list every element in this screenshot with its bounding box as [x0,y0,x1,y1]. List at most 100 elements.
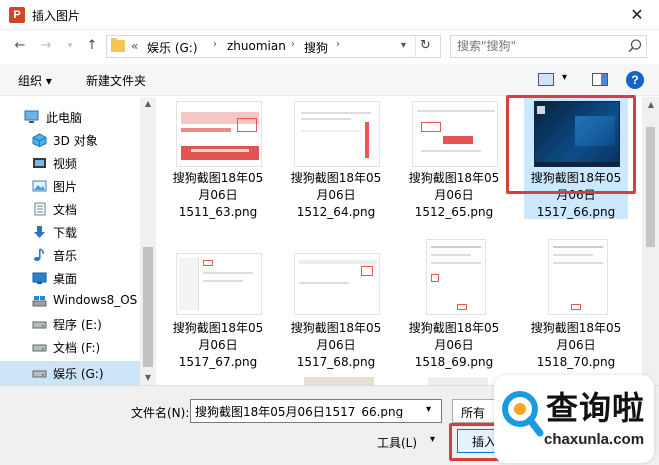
address-divider [415,36,416,57]
sidebar-item-drive-e[interactable]: 程序 (E:) [0,312,140,336]
file-thumbnail [176,253,262,315]
file-item[interactable]: 搜狗截图18年05 月06日 1512_65.png [402,97,506,219]
navigation-pane: 此电脑 3D 对象 视频 图片 文档 下载 音乐 桌面 Windows8_OS … [0,97,156,385]
file-name-line: 月06日 [198,338,238,352]
back-arrow-icon[interactable]: ← [12,38,28,54]
sidebar-item-label: 文档 (F:) [53,341,101,355]
sidebar-item-videos[interactable]: 视频 [0,151,140,175]
file-name-combobox[interactable]: ▾ [190,399,442,423]
file-name-line: 月06日 [434,338,474,352]
file-thumbnail [548,239,608,315]
file-thumbnail [176,101,262,167]
breadcrumb-drive[interactable]: 娱乐 (G:) [147,39,198,56]
file-name-line: 搜狗截图18年05 [172,321,264,335]
view-options-chevron-icon[interactable]: ▾ [562,72,567,83]
title-bar: P 插入图片 ✕ [0,0,659,30]
file-item[interactable]: 搜狗截图18年05 月06日 1517_67.png [166,239,270,369]
drive-icon [32,344,47,352]
search-box[interactable] [450,35,647,58]
file-item-selected[interactable]: 搜狗截图18年05 月06日 1517_66.png [524,97,628,219]
chaxunla-watermark: 查询啦 chaxunla.com [494,375,654,463]
new-folder-button[interactable]: 新建文件夹 [86,72,146,89]
file-name-label: 文件名(N): [131,406,190,420]
breadcrumb-separator[interactable]: › [336,39,340,50]
sidebar-item-music[interactable]: 音乐 [0,243,140,267]
picture-icon [32,180,47,192]
file-item[interactable]: 搜狗截图18年05 月06日 1517_68.png [284,239,388,369]
file-name-line: 月06日 [316,338,356,352]
file-list-scrollbar[interactable]: ▲ [642,97,659,385]
sidebar-scrollbar[interactable]: ▲ ▼ [140,97,156,385]
watermark-url: chaxunla.com [544,431,645,448]
file-name-line: 月06日 [198,188,238,202]
up-arrow-icon[interactable]: ↑ [84,38,100,54]
sidebar-item-label: 3D 对象 [53,134,98,148]
drive-icon [32,296,47,307]
file-name-line: 搜狗截图18年05 [530,321,622,335]
scroll-up-arrow-icon[interactable]: ▲ [646,100,656,110]
file-name-line: 月06日 [556,338,596,352]
sidebar-item-label: 视频 [53,157,78,171]
sidebar-item-documents[interactable]: 文档 [0,197,140,221]
file-thumbnail-partial[interactable] [304,377,374,385]
change-view-icon[interactable] [538,73,554,86]
sidebar-item-drive-f[interactable]: 文档 (F:) [0,335,140,359]
tools-menu[interactable]: 工具(L) [377,434,417,451]
sidebar-item-this-pc[interactable]: 此电脑 [0,105,140,129]
video-icon [33,158,46,168]
file-name-line: 搜狗截图18年05 [290,321,382,335]
organize-menu[interactable]: 组织 ▾ [18,72,52,89]
sidebar-scrollbar-thumb[interactable] [143,247,153,367]
help-icon[interactable]: ? [626,71,644,89]
sidebar-item-3d-objects[interactable]: 3D 对象 [0,128,140,152]
magnifier-logo-icon [502,391,544,437]
search-icon[interactable] [627,38,643,54]
file-name-input[interactable] [195,404,420,418]
file-item[interactable]: 搜狗截图18年05 月06日 1511_63.png [166,97,270,219]
file-thumbnail [294,253,380,315]
scroll-down-arrow-icon[interactable]: ▼ [143,373,153,383]
file-item[interactable]: 搜狗截图18年05 月06日 1512_64.png [284,97,388,219]
file-list-scrollbar-thumb[interactable] [646,127,655,247]
preview-pane-icon[interactable] [592,73,608,86]
desktop-icon [32,272,47,284]
breadcrumb-folder[interactable]: zhuomian [227,39,286,53]
file-name-line: 1512_65.png [414,205,494,219]
breadcrumb-current[interactable]: 搜狗 [304,39,328,56]
scroll-up-arrow-icon[interactable]: ▲ [143,99,153,109]
sidebar-item-label: 下载 [53,226,78,240]
file-name-line: 搜狗截图18年05 [530,171,622,185]
sidebar-item-downloads[interactable]: 下载 [0,220,140,244]
refresh-icon[interactable]: ↻ [420,38,431,53]
chevron-down-icon[interactable]: ▾ [430,434,435,445]
drive-icon [32,321,47,329]
file-item[interactable]: 搜狗截图18年05 月06日 1518_69.png [402,239,506,369]
sidebar-item-label: 文档 [53,203,78,217]
file-thumbnail-partial[interactable] [428,377,488,385]
address-bar[interactable]: « 娱乐 (G:) › zhuomian › 搜狗 › ▾ ↻ [106,35,441,58]
breadcrumb-separator[interactable]: › [291,39,295,50]
address-dropdown-chevron-icon[interactable]: ▾ [401,40,406,51]
sidebar-item-windows8-os[interactable]: Windows8_OS [0,289,140,313]
file-name-line: 搜狗截图18年05 [290,171,382,185]
search-input[interactable] [457,39,617,53]
sidebar-item-label: 桌面 [53,272,78,286]
forward-arrow-icon[interactable]: → [38,38,54,54]
file-name-line: 1517_68.png [296,355,376,369]
chevron-down-icon[interactable]: ▾ [426,404,431,415]
file-name-line: 1517_67.png [178,355,258,369]
file-item[interactable]: 搜狗截图18年05 月06日 1518_70.png [524,239,628,369]
breadcrumb-separator[interactable]: › [213,39,217,50]
close-button[interactable]: ✕ [618,2,656,28]
recent-locations-chevron-icon[interactable]: ▾ [62,38,78,54]
music-icon [34,248,44,261]
watermark-brand: 查询啦 [546,389,646,427]
breadcrumb-overflow[interactable]: « [131,39,138,53]
download-icon [34,226,45,238]
powerpoint-app-icon: P [9,7,25,23]
3d-objects-icon [32,133,47,147]
file-name-line: 月06日 [434,188,474,202]
sidebar-item-pictures[interactable]: 图片 [0,174,140,198]
sidebar-item-desktop[interactable]: 桌面 [0,266,140,290]
sidebar-item-drive-g[interactable]: 娱乐 (G:) [0,361,140,385]
